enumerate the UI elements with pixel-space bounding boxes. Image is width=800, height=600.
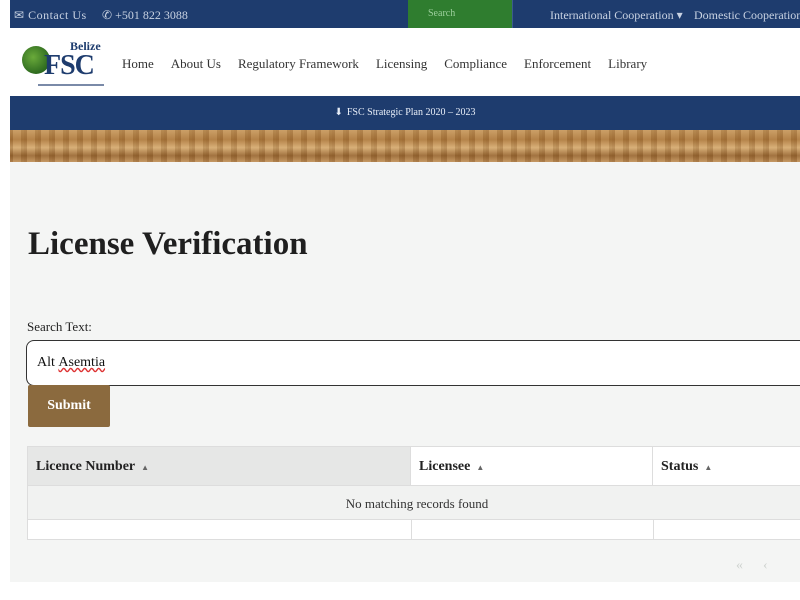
table-row [27, 520, 800, 540]
table-cell [27, 520, 411, 539]
domestic-label: Domestic Cooperation [694, 8, 800, 22]
international-label: International Cooperation [550, 8, 674, 22]
site-header: Belize FSC Home About Us Regulatory Fram… [10, 28, 800, 96]
nav-library[interactable]: Library [608, 56, 647, 72]
nav-licensing[interactable]: Licensing [376, 56, 427, 72]
table-cell [411, 520, 653, 539]
strategic-plan-label: FSC Strategic Plan 2020 – 2023 [346, 107, 476, 118]
column-licence-number[interactable]: Licence Number ▲ [27, 446, 411, 486]
phone-label: +501 822 3088 [115, 8, 188, 22]
nav-regulatory-framework[interactable]: Regulatory Framework [238, 56, 359, 72]
sort-icon: ▲ [476, 463, 485, 472]
main-content: License Verification Search Text: Alt As… [10, 162, 800, 582]
announcement-banner: ⬇ FSC Strategic Plan 2020 – 2023 [10, 96, 800, 130]
sort-icon: ▲ [141, 463, 150, 472]
top-utility-bar: ✉ Contact Us ✆ +501 822 3088 Search Inte… [10, 0, 800, 28]
fsc-logo[interactable]: Belize FSC [18, 38, 108, 90]
table-header: Licence Number ▲ Licensee ▲ Status ▲ [27, 446, 800, 486]
site-search-placeholder: Search [428, 8, 456, 19]
logo-tagline [38, 84, 104, 86]
search-label: Search Text: [27, 319, 92, 334]
column-licence-number-label: Licence Number [36, 459, 136, 474]
submit-button[interactable]: Submit [28, 385, 110, 427]
nav-enforcement[interactable]: Enforcement [524, 56, 591, 72]
empty-results-row: No matching records found [27, 486, 800, 520]
page-title: License Verification [28, 226, 308, 262]
column-licensee-label: Licensee [419, 459, 471, 474]
search-value-misspelled: Asemtia [58, 355, 106, 370]
strategic-plan-link[interactable]: ⬇ FSC Strategic Plan 2020 – 2023 [10, 107, 800, 118]
site-search-input[interactable]: Search [408, 0, 512, 28]
wood-texture-strip [10, 130, 800, 162]
contact-label: Contact Us [28, 8, 87, 22]
column-status-label: Status [661, 459, 699, 474]
contact-link[interactable]: ✉ Contact Us [14, 8, 87, 23]
international-cooperation-menu[interactable]: International Cooperation ▾ [550, 8, 683, 23]
results-table: Licence Number ▲ Licensee ▲ Status ▲ No mat… [27, 446, 800, 540]
pagination: «‹ [736, 558, 788, 574]
download-icon: ⬇ [334, 107, 343, 118]
nav-home[interactable]: Home [122, 56, 154, 72]
search-icon[interactable] [512, 0, 538, 28]
search-value-text: Alt [37, 355, 59, 370]
logo-text: FSC [44, 50, 95, 81]
first-page-button[interactable]: « [736, 558, 763, 573]
prev-page-button[interactable]: ‹ [763, 558, 788, 573]
nav-compliance[interactable]: Compliance [444, 56, 507, 72]
sort-icon: ▲ [704, 463, 713, 472]
column-licensee[interactable]: Licensee ▲ [411, 446, 653, 486]
table-cell [653, 520, 800, 539]
phone-number: ✆ +501 822 3088 [102, 8, 188, 22]
domestic-cooperation-menu[interactable]: Domestic Cooperation ▾ [694, 8, 800, 23]
main-nav: Home About Us Regulatory Framework Licen… [122, 56, 664, 72]
license-search-input[interactable]: Alt Asemtia [26, 340, 800, 386]
nav-about-us[interactable]: About Us [171, 56, 221, 72]
column-status[interactable]: Status ▲ [653, 446, 800, 486]
